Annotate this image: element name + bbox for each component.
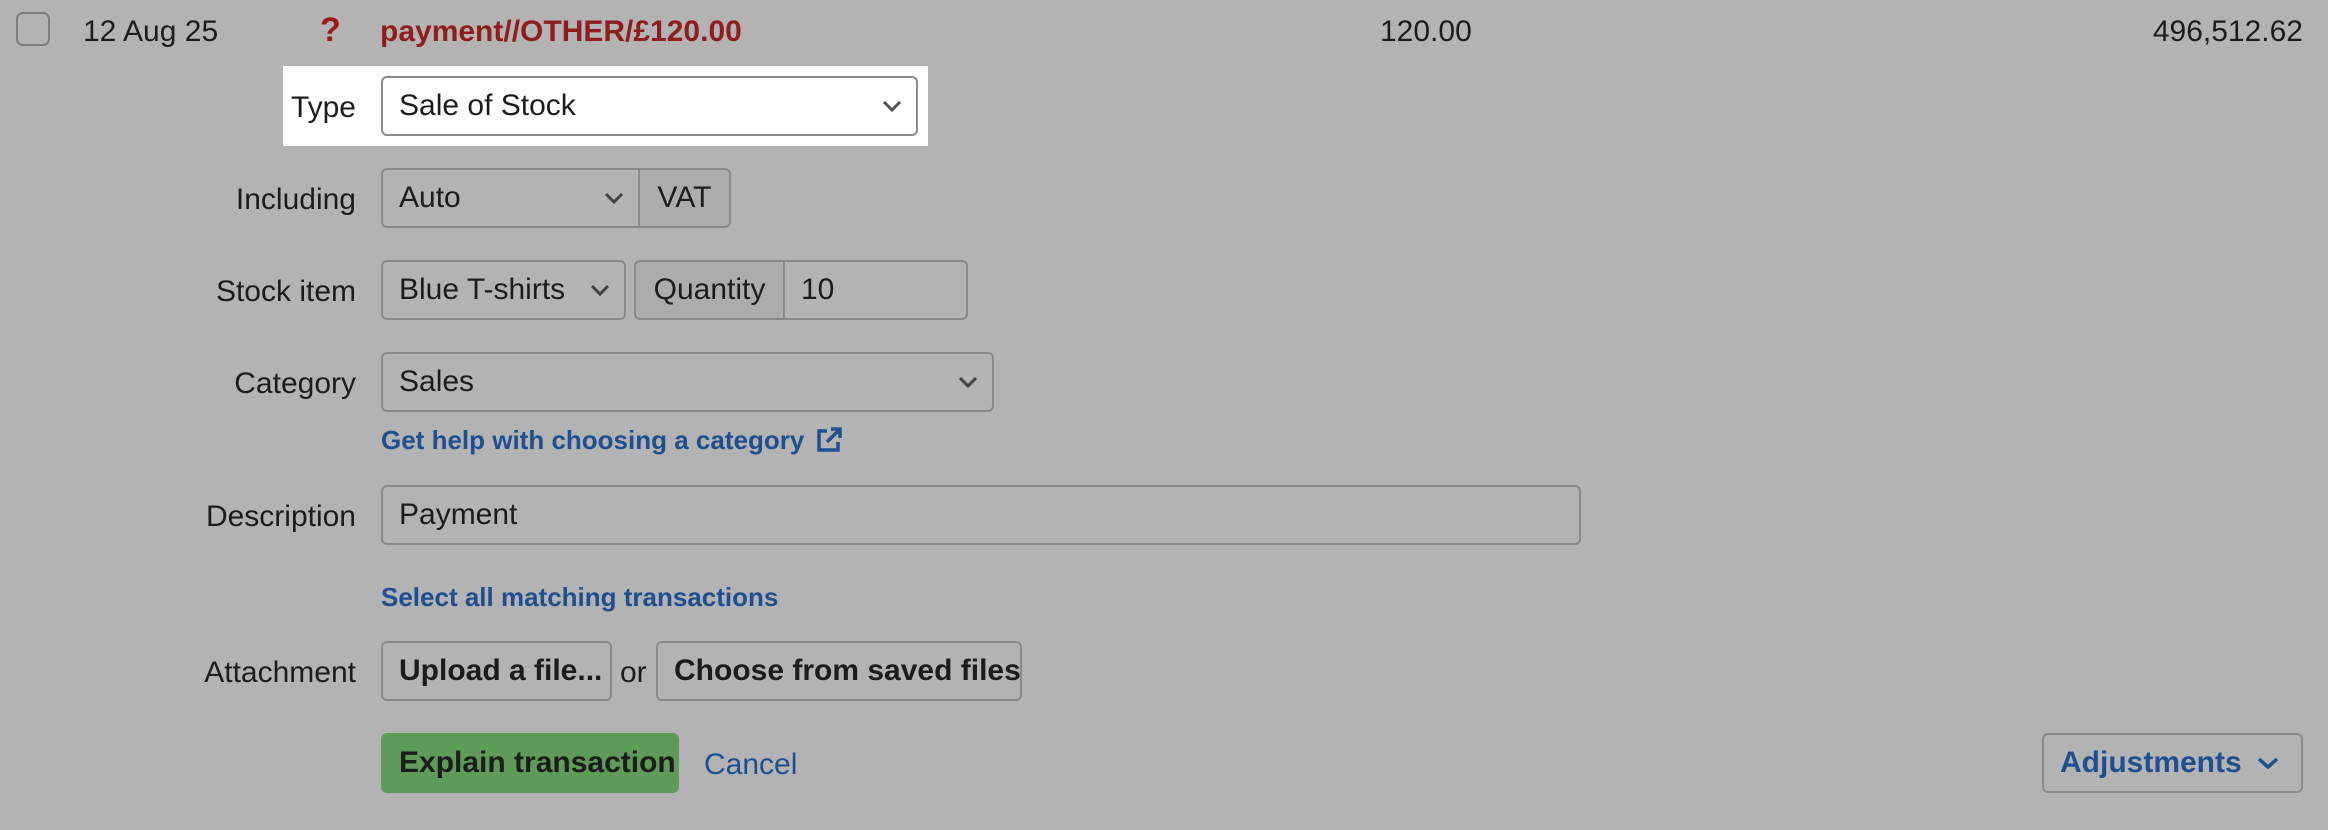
category-label: Category <box>234 367 356 400</box>
description-input[interactable]: Payment <box>381 485 1581 545</box>
quantity-input-value: 10 <box>801 273 835 306</box>
external-link-icon <box>817 427 843 452</box>
chevron-down-icon <box>604 192 624 204</box>
type-select[interactable]: Sale of Stock <box>381 76 918 136</box>
row-description: payment//OTHER/£120.00 <box>380 15 742 48</box>
attachment-label: Attachment <box>204 656 356 689</box>
stock-item-select-value: Blue T-shirts <box>399 273 566 306</box>
category-select[interactable]: Sales <box>381 352 994 412</box>
type-select-value: Sale of Stock <box>399 89 576 122</box>
quantity-input[interactable]: 10 <box>783 260 968 320</box>
choose-saved-files-button[interactable]: Choose from saved files <box>656 641 1022 701</box>
upload-file-button[interactable]: Upload a file... <box>381 641 612 701</box>
row-date: 12 Aug 25 <box>83 15 219 48</box>
description-input-value: Payment <box>399 498 518 531</box>
or-text: or <box>620 656 647 689</box>
chevron-down-icon <box>2257 757 2279 769</box>
select-matching-link[interactable]: Select all matching transactions <box>381 581 778 613</box>
vat-addon: VAT <box>638 168 731 228</box>
cancel-button[interactable]: Cancel <box>704 747 797 783</box>
row-select-checkbox[interactable] <box>16 12 50 46</box>
chevron-down-icon <box>958 376 978 388</box>
stock-item-select[interactable]: Blue T-shirts <box>381 260 626 320</box>
category-select-value: Sales <box>399 365 475 398</box>
chevron-down-icon <box>882 100 902 112</box>
adjustments-label: Adjustments <box>2060 746 2242 779</box>
quantity-addon: Quantity <box>634 260 785 320</box>
including-select[interactable]: Auto <box>381 168 640 228</box>
category-help-link[interactable]: Get help with choosing a category <box>381 424 844 456</box>
type-label: Type <box>290 91 356 124</box>
stock-item-label: Stock item <box>215 275 356 308</box>
row-balance: 496,512.62 <box>2152 15 2303 48</box>
description-label: Description <box>205 500 356 533</box>
category-help-link-text[interactable]: Get help with choosing a category <box>381 424 804 456</box>
including-select-value: Auto <box>399 181 461 214</box>
adjustments-dropdown[interactable]: Adjustments <box>2042 733 2303 793</box>
explain-transaction-button[interactable]: Explain transaction <box>381 733 679 793</box>
including-label: Including <box>235 183 356 216</box>
chevron-down-icon <box>590 284 610 296</box>
row-amount: 120.00 <box>1380 15 1472 48</box>
question-mark-icon: ? <box>320 11 341 49</box>
